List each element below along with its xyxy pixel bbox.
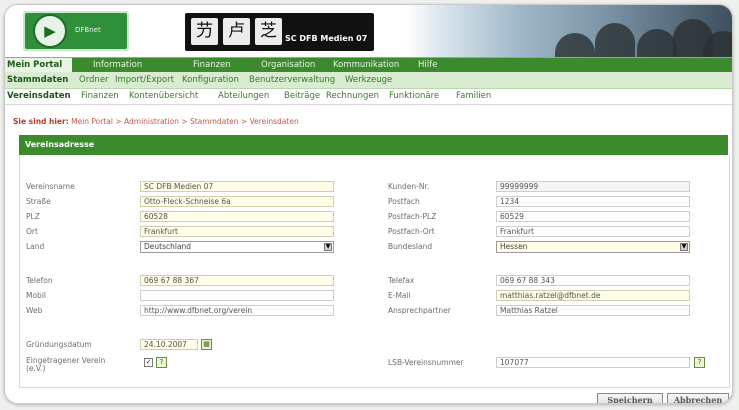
sub-nav: Stammdaten Ordner Import/Export Konfigur… (5, 72, 732, 89)
nav-kommunikation[interactable]: Kommunikation (333, 60, 399, 70)
subnav-stammdaten[interactable]: Stammdaten (7, 75, 68, 85)
label-strasse: Straße (26, 197, 51, 206)
email-input[interactable]: matthias.ratzel@dfbnet.de (496, 290, 690, 301)
gruendungsdatum-input[interactable]: 24.10.2007 (140, 339, 198, 350)
lsb-vereinsnummer-input[interactable]: 107077 (496, 357, 690, 368)
subnav-konfiguration[interactable]: Konfiguration (182, 75, 239, 85)
tab-abteilungen[interactable]: Abteilungen (218, 91, 269, 101)
info-icon[interactable]: ? (156, 357, 167, 368)
dfb-emblem-icon: ▶ (33, 14, 67, 48)
postfach-ort-input[interactable]: Frankfurt (496, 226, 690, 237)
tab-finanzen[interactable]: Finanzen (81, 91, 119, 101)
nav-information[interactable]: Information (93, 60, 142, 70)
label-telefon: Telefon (26, 276, 53, 285)
logo-text: DFBnet (75, 26, 101, 34)
crowd-silhouette (555, 33, 595, 57)
label-postfach: Postfach (388, 197, 420, 206)
tab-beitraege[interactable]: Beiträge (284, 91, 320, 101)
ev-checkbox[interactable]: ✓ (144, 358, 153, 367)
calendar-icon[interactable]: ▦ (201, 339, 212, 350)
label-gruendungsdatum: Gründungsdatum (26, 340, 92, 349)
tab-kontenuebersicht[interactable]: Kontenübersicht (129, 91, 198, 101)
chevron-down-icon[interactable]: ▼ (680, 243, 688, 251)
tab-familien[interactable]: Familien (456, 91, 491, 101)
header-banner: ▶ DFBnet 芀 卢 芝 SC DFB Medien 07 (5, 5, 732, 57)
club-name: SC DFB Medien 07 (285, 34, 368, 43)
athlete-icon: 芀 (191, 18, 218, 45)
label-email: E-Mail (388, 291, 411, 300)
tab-funktionaere[interactable]: Funktionäre (389, 91, 439, 101)
crowd-silhouette (637, 29, 677, 57)
label-mobil: Mobil (26, 291, 46, 300)
bundesland-value: Hessen (500, 242, 528, 251)
subnav-benutzerverwaltung[interactable]: Benutzerverwaltung (249, 75, 335, 85)
athlete-icon: 卢 (223, 18, 250, 45)
main-nav: Mein Portal Information Finanzen Organis… (5, 57, 732, 73)
breadcrumb: Sie sind hier: Mein Portal > Administrat… (13, 117, 299, 126)
mobil-input[interactable] (140, 290, 334, 301)
ort-input[interactable]: Frankfurt (140, 226, 334, 237)
vereinsname-input[interactable]: SC DFB Medien 07 (140, 181, 334, 192)
tab-vereinsdaten[interactable]: Vereinsdaten (7, 91, 71, 101)
panel-title: Vereinsadresse (19, 135, 728, 155)
subnav-ordner[interactable]: Ordner (79, 75, 109, 85)
breadcrumb-path[interactable]: Mein Portal > Administration > Stammdate… (71, 117, 299, 126)
nav-hilfe[interactable]: Hilfe (418, 60, 437, 70)
strasse-input[interactable]: Otto-Fleck-Schneise 6a (140, 196, 334, 207)
info-icon[interactable]: ? (694, 357, 705, 368)
label-plz: PLZ (26, 212, 40, 221)
web-input[interactable]: http://www.dfbnet.org/verein (140, 305, 334, 316)
bundesland-select[interactable]: Hessen ▼ (496, 241, 690, 253)
nav-organisation[interactable]: Organisation (261, 60, 315, 70)
dfbnet-logo[interactable]: ▶ DFBnet (23, 11, 129, 51)
telefon-input[interactable]: 069 67 88 367 (140, 275, 334, 286)
label-ansprechpartner: Ansprechpartner (388, 306, 451, 315)
postfach-input[interactable]: 1234 (496, 196, 690, 207)
club-banner: 芀 卢 芝 SC DFB Medien 07 (185, 13, 374, 51)
breadcrumb-label: Sie sind hier: (13, 117, 69, 126)
save-button[interactable]: Speichern (597, 393, 663, 403)
land-select[interactable]: Deutschland ▼ (140, 241, 334, 253)
label-web: Web (26, 306, 43, 315)
address-form: Vereinsname SC DFB Medien 07 Straße Otto… (19, 155, 730, 388)
label-land: Land (26, 242, 45, 251)
tab-nav: Vereinsdaten Finanzen Kontenübersicht Ab… (5, 89, 732, 105)
label-ort: Ort (26, 227, 38, 236)
nav-mein-portal[interactable]: Mein Portal (5, 58, 73, 73)
chevron-down-icon[interactable]: ▼ (324, 243, 332, 251)
label-lsb-vereinsnummer: LSB-Vereinsnummer (388, 358, 464, 367)
label-eingetragener-verein: Eingetragener Verein (e.V.) (26, 357, 126, 373)
label-postfach-ort: Postfach-Ort (388, 227, 435, 236)
label-postfach-plz: Postfach-PLZ (388, 212, 437, 221)
label-kunden-nr: Kunden-Nr. (388, 182, 430, 191)
postfach-plz-input[interactable]: 60529 (496, 211, 690, 222)
label-vereinsname: Vereinsname (26, 182, 75, 191)
portal-window: ▶ DFBnet 芀 卢 芝 SC DFB Medien 07 Mein Por… (4, 4, 733, 404)
nav-finanzen[interactable]: Finanzen (193, 60, 231, 70)
crowd-silhouette (595, 23, 635, 57)
ansprechpartner-input[interactable]: Matthias Ratzel (496, 305, 690, 316)
label-bundesland: Bundesland (388, 242, 433, 251)
subnav-werkzeuge[interactable]: Werkzeuge (345, 75, 392, 85)
label-telefax: Telefax (388, 276, 415, 285)
cancel-button[interactable]: Abbrechen (667, 393, 729, 403)
telefax-input[interactable]: 069 67 88 343 (496, 275, 690, 286)
kunden-nr-field: 99999999 (496, 181, 690, 192)
ev-label-text: Eingetragener Verein (e.V.) (26, 356, 106, 373)
subnav-import-export[interactable]: Import/Export (115, 75, 174, 85)
tab-rechnungen[interactable]: Rechnungen (326, 91, 379, 101)
athlete-icon: 芝 (255, 18, 282, 45)
header-photo (405, 5, 732, 57)
land-value: Deutschland (144, 242, 192, 251)
plz-input[interactable]: 60528 (140, 211, 334, 222)
